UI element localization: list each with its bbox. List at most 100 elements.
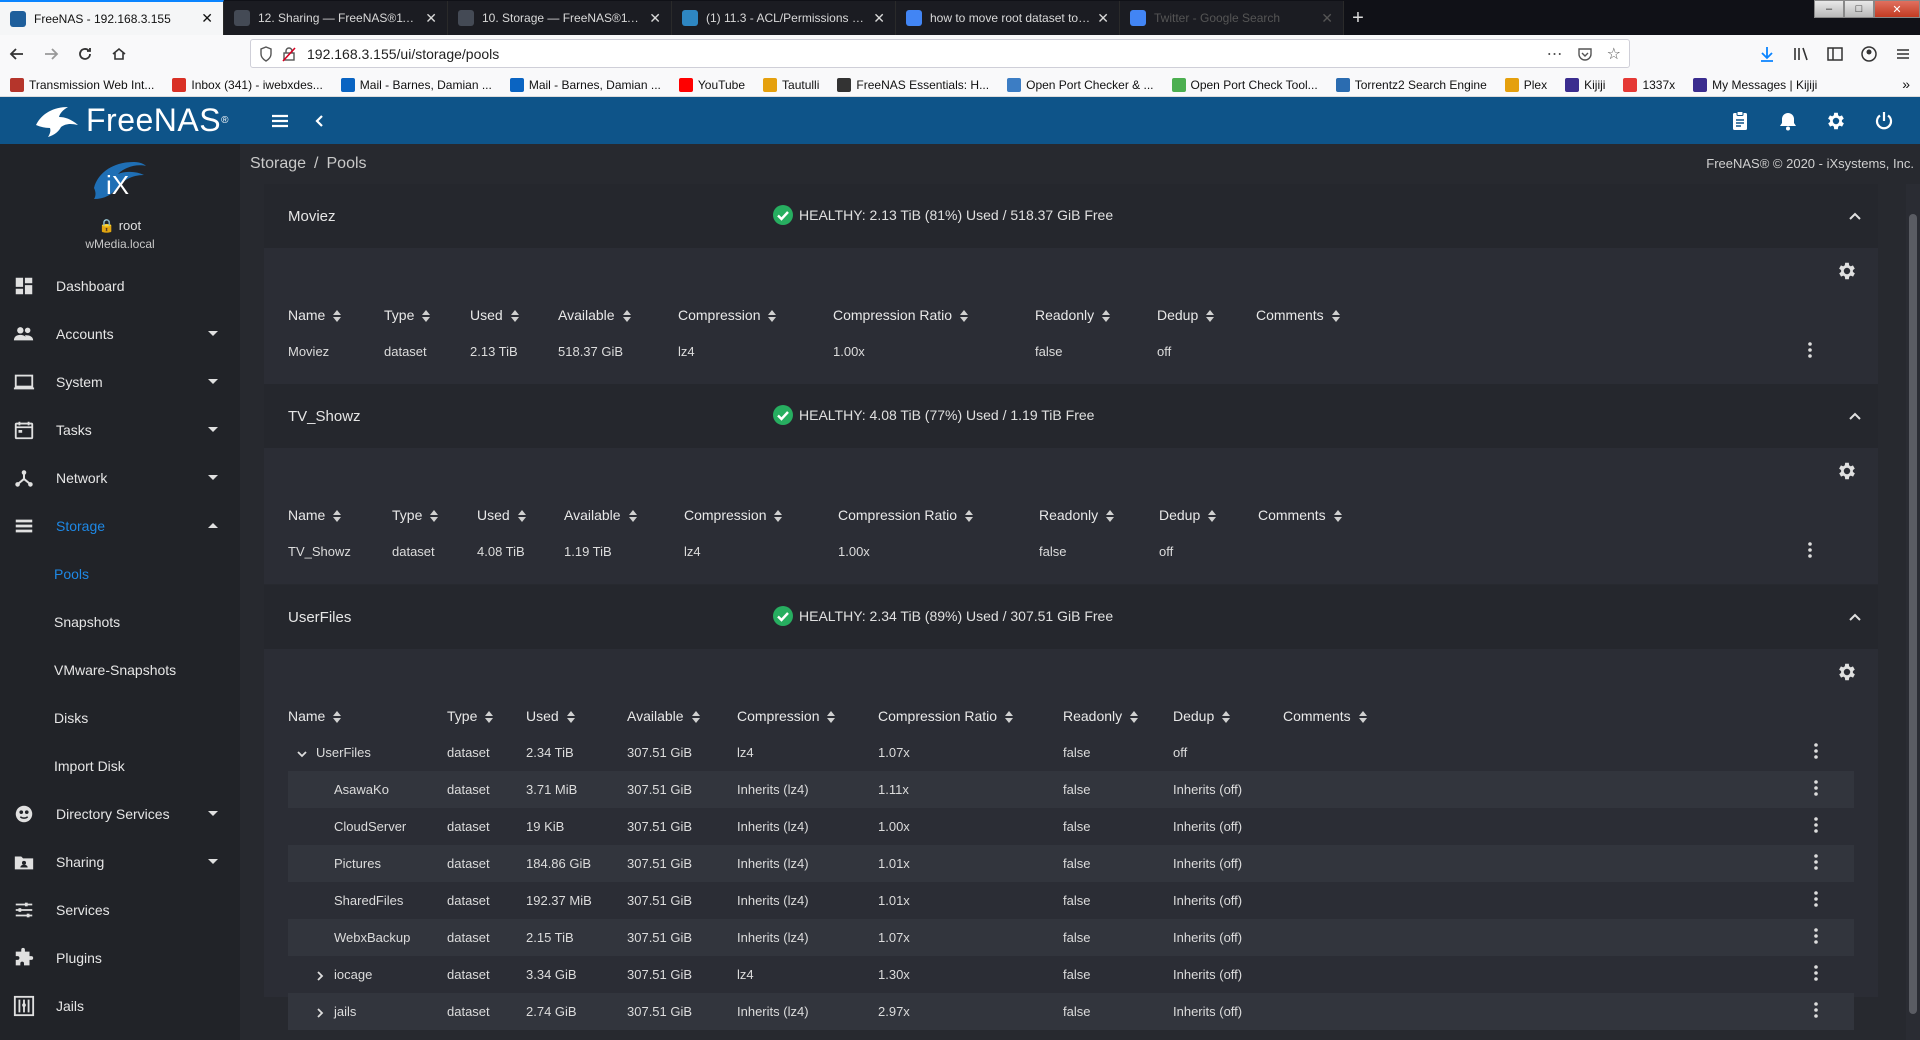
column-header-comments[interactable]: Comments [1256, 307, 1340, 323]
column-header-ratio[interactable]: Compression Ratio [833, 307, 969, 323]
column-header-readonly[interactable]: Readonly [1035, 307, 1111, 323]
collapse-sidenav-button[interactable] [300, 101, 340, 141]
column-header-name[interactable]: Name [288, 708, 342, 724]
more-vert-icon[interactable] [1814, 780, 1818, 796]
sidebar-toggle-icon[interactable] [1826, 45, 1844, 63]
more-vert-icon[interactable] [1814, 965, 1818, 981]
sidebar-item-tasks[interactable]: Tasks [0, 406, 240, 454]
bookmark-item[interactable]: Torrentz2 Search Engine [1335, 77, 1487, 92]
browser-tab[interactable]: (1) 11.3 - ACL/Permissions grey ✕ [672, 1, 896, 35]
column-header-compression[interactable]: Compression [678, 307, 777, 323]
column-header-readonly[interactable]: Readonly [1039, 507, 1115, 523]
column-header-dedup[interactable]: Dedup [1173, 708, 1231, 724]
column-header-compression[interactable]: Compression [684, 507, 783, 523]
column-header-name[interactable]: Name [288, 507, 342, 523]
table-row[interactable]: jails dataset 2.74 GiB 307.51 GiB Inherits (… [288, 993, 1854, 1030]
browser-tab[interactable]: Twitter - Google Search ✕ [1120, 1, 1344, 35]
sidebar-item-storage[interactable]: Storage [0, 502, 240, 550]
sidebar-item-network[interactable]: Network [0, 454, 240, 502]
sidebar-item-sharing[interactable]: Sharing [0, 838, 240, 886]
task-manager-button[interactable] [1720, 101, 1760, 141]
column-header-available[interactable]: Available [558, 307, 631, 323]
account-icon[interactable] [1860, 45, 1878, 63]
table-row[interactable]: CloudServer dataset 19 KiB 307.51 GiB Inheri… [288, 808, 1854, 845]
main-scrollbar[interactable] [1906, 184, 1920, 1040]
column-header-type[interactable]: Type [392, 507, 439, 523]
chevron-down-icon[interactable] [296, 748, 308, 760]
gear-icon[interactable] [1836, 260, 1858, 282]
bookmark-star-icon[interactable]: ☆ [1607, 44, 1621, 64]
sidebar-item-dashboard[interactable]: Dashboard [0, 262, 240, 310]
bookmark-item[interactable]: YouTube [678, 77, 745, 92]
sidebar-item-system[interactable]: System [0, 358, 240, 406]
column-header-type[interactable]: Type [384, 307, 431, 323]
chevron-up-icon[interactable] [1848, 409, 1862, 423]
gear-icon[interactable] [1836, 460, 1858, 482]
bookmark-item[interactable]: Inbox (341) - iwebxdes... [172, 77, 323, 92]
reload-button[interactable] [68, 37, 102, 71]
settings-button[interactable] [1816, 101, 1856, 141]
toggle-sidenav-button[interactable] [260, 101, 300, 141]
alerts-button[interactable] [1768, 101, 1808, 141]
column-header-type[interactable]: Type [447, 708, 494, 724]
column-header-comments[interactable]: Comments [1283, 708, 1367, 724]
tab-close-icon[interactable]: ✕ [1321, 10, 1333, 27]
column-header-used[interactable]: Used [526, 708, 575, 724]
pool-header[interactable]: TV_Showz HEALTHY: 4.08 TiB (77%) Used / 1… [264, 384, 1878, 448]
more-vert-icon[interactable] [1814, 854, 1818, 870]
column-header-name[interactable]: Name [288, 307, 342, 323]
more-vert-icon[interactable] [1814, 928, 1818, 944]
table-row[interactable]: AsawaKo dataset 3.71 MiB 307.51 GiB Inherits… [288, 771, 1854, 808]
back-button[interactable] [0, 37, 34, 71]
bookmark-item[interactable]: My Messages | Kijiji [1693, 77, 1817, 92]
browser-tab[interactable]: 12. Sharing — FreeNAS®11.3-U ✕ [224, 1, 448, 35]
tab-close-icon[interactable]: ✕ [425, 10, 437, 27]
bookmark-item[interactable]: Tautulli [763, 77, 819, 92]
more-vert-icon[interactable] [1814, 891, 1818, 907]
home-button[interactable] [102, 37, 136, 71]
table-row[interactable]: TV_Showz dataset 4.08 TiB 1.19 TiB lz4 1.00x f… [288, 533, 1854, 570]
window-close-button[interactable]: ✕ [1874, 0, 1920, 18]
bookmark-item[interactable]: FreeNAS Essentials: H... [837, 77, 989, 92]
sidebar-subitem-snapshots[interactable]: Snapshots [0, 598, 240, 646]
bookmark-item[interactable]: Open Port Checker & ... [1007, 77, 1154, 92]
forward-button[interactable] [34, 37, 68, 71]
browser-tab[interactable]: 10. Storage — FreeNAS®11.3-U ✕ [448, 1, 672, 35]
table-row[interactable]: UserFiles dataset 2.34 TiB 307.51 GiB lz4 1.0… [288, 734, 1854, 771]
sidebar-item-jails[interactable]: Jails [0, 982, 240, 1030]
column-header-ratio[interactable]: Compression Ratio [878, 708, 1014, 724]
bookmark-item[interactable]: Plex [1504, 77, 1547, 92]
browser-tab[interactable]: how to move root dataset to ch ✕ [896, 1, 1120, 35]
sidebar-subitem-disks[interactable]: Disks [0, 694, 240, 742]
scrollbar-thumb[interactable] [1909, 214, 1917, 1014]
column-header-readonly[interactable]: Readonly [1063, 708, 1139, 724]
gear-icon[interactable] [1836, 661, 1858, 683]
bookmark-item[interactable]: 1337x [1623, 77, 1675, 92]
chevron-up-icon[interactable] [1848, 209, 1862, 223]
bookmark-item[interactable]: Kijiji [1565, 77, 1605, 92]
sidebar-item-accounts[interactable]: Accounts [0, 310, 240, 358]
column-header-available[interactable]: Available [564, 507, 637, 523]
column-header-used[interactable]: Used [470, 307, 519, 323]
bookmark-item[interactable]: Transmission Web Int... [10, 77, 154, 92]
column-header-available[interactable]: Available [627, 708, 700, 724]
more-vert-icon[interactable] [1814, 817, 1818, 833]
bookmarks-overflow-icon[interactable]: » [1902, 76, 1910, 92]
browser-tab[interactable]: FreeNAS - 192.168.3.155 ✕ [0, 0, 224, 35]
hamburger-menu-icon[interactable] [1894, 45, 1912, 63]
tab-close-icon[interactable]: ✕ [873, 10, 885, 27]
column-header-ratio[interactable]: Compression Ratio [838, 507, 974, 523]
tab-close-icon[interactable]: ✕ [201, 10, 213, 27]
bookmark-item[interactable]: Mail - Barnes, Damian ... [340, 77, 492, 92]
sidebar-subitem-import-disk[interactable]: Import Disk [0, 742, 240, 790]
sidebar-subitem-vmware-snapshots[interactable]: VMware-Snapshots [0, 646, 240, 694]
more-vert-icon[interactable] [1814, 743, 1818, 759]
more-vert-icon[interactable] [1808, 342, 1812, 358]
column-header-used[interactable]: Used [477, 507, 526, 523]
sidebar-item-plugins[interactable]: Plugins [0, 934, 240, 982]
chevron-up-icon[interactable] [1848, 610, 1862, 624]
column-header-compression[interactable]: Compression [737, 708, 836, 724]
sidebar-subitem-pools[interactable]: Pools [0, 550, 240, 598]
column-header-dedup[interactable]: Dedup [1157, 307, 1215, 323]
pocket-icon[interactable] [1577, 46, 1593, 62]
